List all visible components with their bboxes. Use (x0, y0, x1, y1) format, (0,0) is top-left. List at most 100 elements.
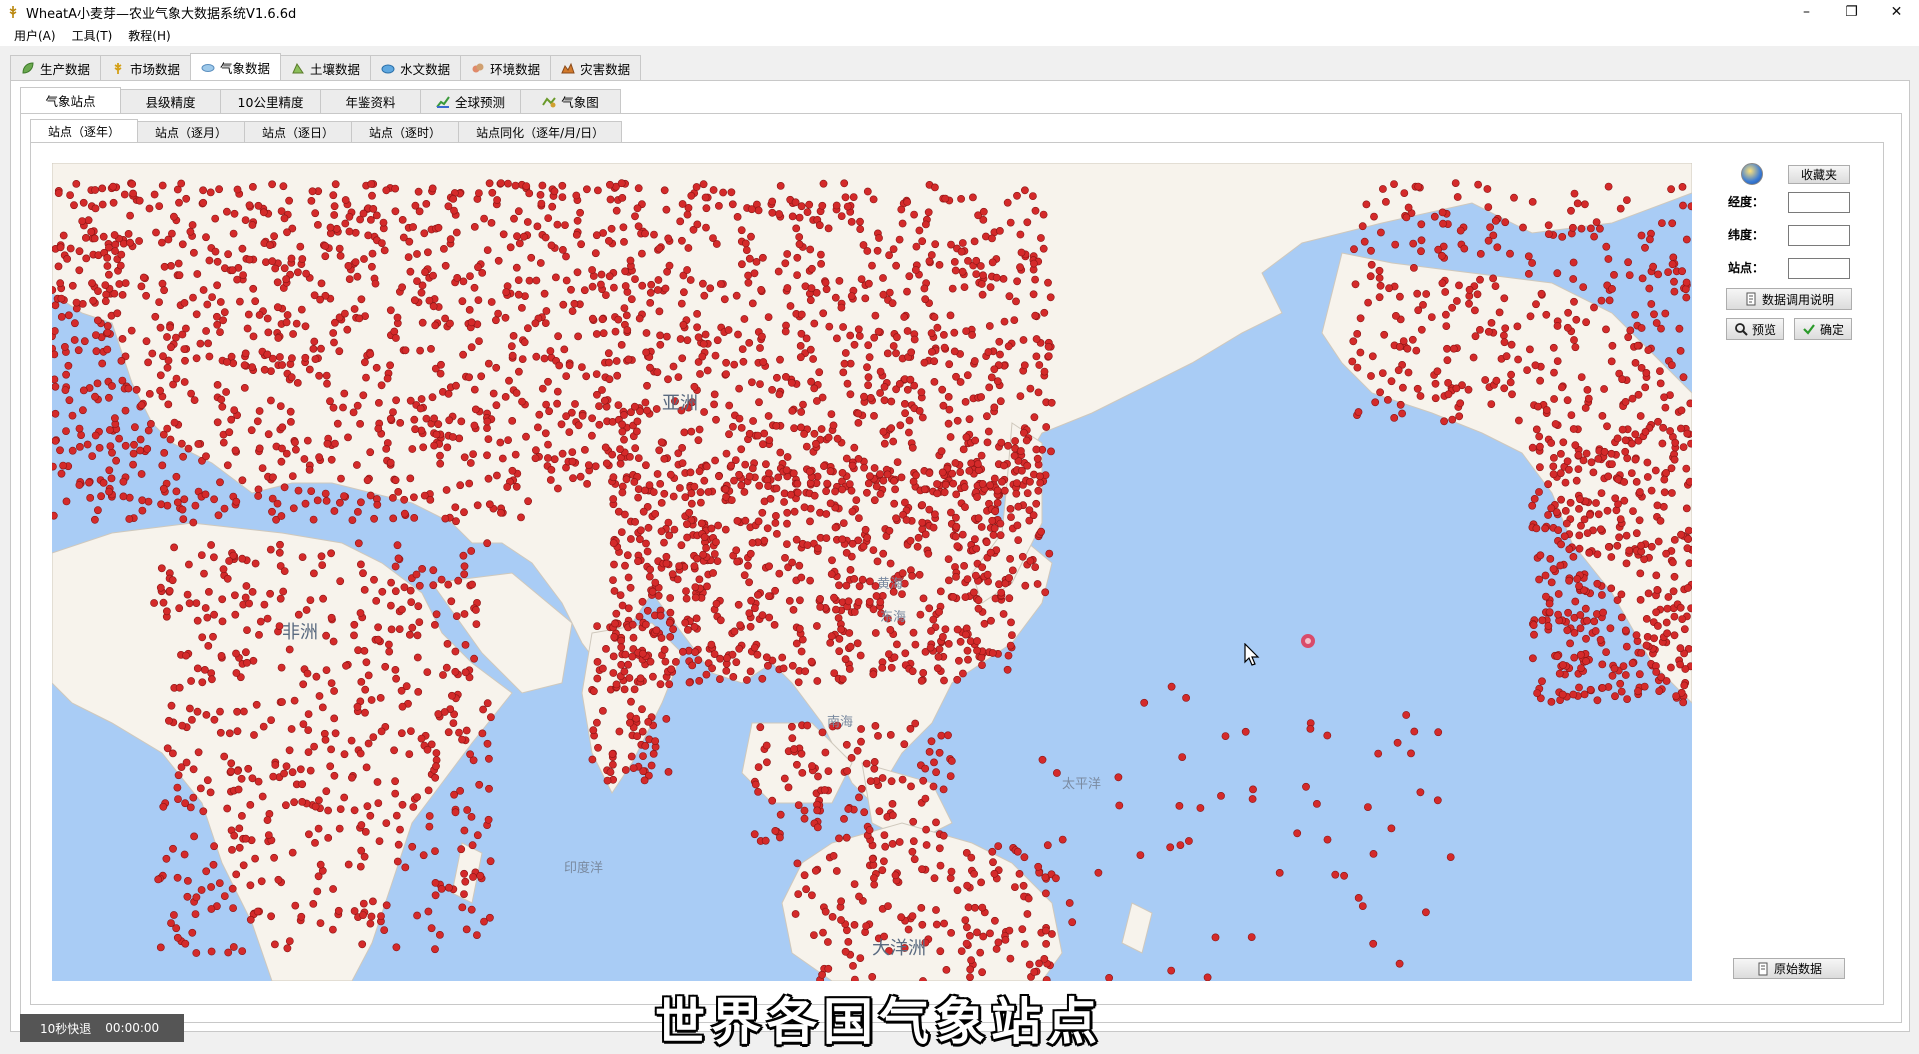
station-marker[interactable] (817, 260, 825, 268)
station-marker[interactable] (288, 848, 297, 857)
station-marker[interactable] (209, 860, 218, 869)
station-marker[interactable] (695, 467, 704, 476)
station-marker[interactable] (1672, 692, 1680, 700)
station-marker[interactable] (205, 352, 214, 361)
station-marker[interactable] (121, 406, 130, 415)
station-marker[interactable] (1618, 375, 1626, 384)
station-marker[interactable] (617, 340, 626, 349)
station-marker[interactable] (642, 348, 650, 357)
station-marker[interactable] (921, 794, 930, 803)
station-marker[interactable] (562, 412, 570, 421)
station-marker[interactable] (1613, 541, 1622, 550)
station-marker[interactable] (1586, 510, 1594, 519)
station-marker[interactable] (92, 331, 100, 339)
station-marker[interactable] (818, 728, 827, 737)
station-marker[interactable] (367, 180, 376, 188)
station-marker[interactable] (540, 354, 549, 363)
station-marker[interactable] (1053, 769, 1061, 777)
station-marker[interactable] (116, 261, 125, 270)
station-marker[interactable] (948, 284, 957, 293)
station-marker[interactable] (511, 181, 520, 190)
station-marker[interactable] (576, 472, 585, 481)
station-marker[interactable] (358, 940, 367, 949)
station-marker[interactable] (1507, 370, 1515, 379)
station-marker[interactable] (999, 275, 1008, 283)
station-marker[interactable] (418, 564, 426, 573)
station-marker[interactable] (158, 181, 167, 190)
station-marker[interactable] (657, 634, 666, 642)
station-marker[interactable] (713, 336, 722, 345)
station-marker[interactable] (974, 604, 983, 613)
station-marker[interactable] (898, 775, 907, 784)
station-marker[interactable] (531, 446, 540, 455)
station-marker[interactable] (1016, 263, 1024, 272)
station-marker[interactable] (875, 234, 883, 242)
station-marker[interactable] (1396, 400, 1405, 409)
station-marker[interactable] (248, 221, 257, 229)
station-marker[interactable] (1476, 275, 1484, 284)
station-marker[interactable] (901, 498, 909, 507)
station-marker[interactable] (66, 244, 75, 253)
station-marker[interactable] (665, 261, 674, 270)
station-marker[interactable] (103, 322, 112, 330)
station-marker[interactable] (922, 220, 930, 229)
station-marker[interactable] (880, 857, 888, 866)
station-marker[interactable] (1331, 870, 1340, 879)
station-marker[interactable] (1594, 510, 1603, 519)
station-marker[interactable] (1646, 235, 1654, 244)
station-marker[interactable] (387, 625, 396, 634)
station-marker[interactable] (215, 185, 223, 194)
station-marker[interactable] (1575, 531, 1584, 540)
station-marker[interactable] (796, 353, 805, 362)
station-marker[interactable] (198, 633, 207, 642)
station-marker[interactable] (1566, 639, 1574, 648)
station-marker[interactable] (1563, 626, 1572, 635)
station-marker[interactable] (1030, 968, 1039, 976)
station-marker[interactable] (611, 327, 620, 336)
station-marker[interactable] (156, 583, 165, 592)
station-marker[interactable] (612, 357, 621, 365)
station-marker[interactable] (860, 808, 869, 817)
station-marker[interactable] (219, 438, 228, 447)
station-marker[interactable] (1495, 308, 1504, 317)
station-marker[interactable] (175, 198, 183, 207)
station-marker[interactable] (429, 302, 438, 311)
station-marker[interactable] (1647, 542, 1656, 551)
station-marker[interactable] (1032, 352, 1041, 361)
station-marker[interactable] (1660, 488, 1669, 497)
station-marker[interactable] (1565, 545, 1574, 554)
station-marker[interactable] (903, 287, 911, 296)
station-marker[interactable] (128, 180, 137, 188)
station-marker[interactable] (1586, 685, 1595, 694)
station-marker[interactable] (835, 834, 843, 843)
station-marker[interactable] (217, 395, 226, 404)
station-marker[interactable] (147, 419, 155, 428)
station-marker[interactable] (1550, 368, 1558, 377)
station-marker[interactable] (735, 384, 743, 393)
station-marker[interactable] (588, 266, 596, 274)
station-marker[interactable] (1631, 358, 1640, 367)
station-marker[interactable] (1656, 516, 1665, 525)
station-marker[interactable] (178, 721, 187, 730)
station-marker[interactable] (283, 228, 291, 237)
station-marker[interactable] (588, 755, 597, 764)
station-marker[interactable] (935, 748, 944, 757)
station-marker[interactable] (175, 271, 184, 280)
station-marker[interactable] (713, 557, 722, 565)
station-marker[interactable] (602, 291, 610, 299)
station-marker[interactable] (252, 700, 261, 709)
station-marker[interactable] (808, 264, 816, 273)
station-marker[interactable] (364, 231, 373, 240)
station-marker[interactable] (175, 604, 184, 613)
station-marker[interactable] (227, 759, 236, 768)
station-marker[interactable] (1038, 755, 1047, 764)
station-marker[interactable] (978, 290, 987, 299)
station-marker[interactable] (238, 554, 247, 563)
station-marker[interactable] (798, 769, 807, 777)
station-marker[interactable] (1037, 527, 1045, 536)
latitude-input[interactable] (1788, 225, 1850, 246)
station-marker[interactable] (282, 762, 291, 771)
station-marker[interactable] (821, 907, 830, 916)
station-marker[interactable] (363, 476, 372, 485)
station-marker[interactable] (583, 185, 591, 194)
